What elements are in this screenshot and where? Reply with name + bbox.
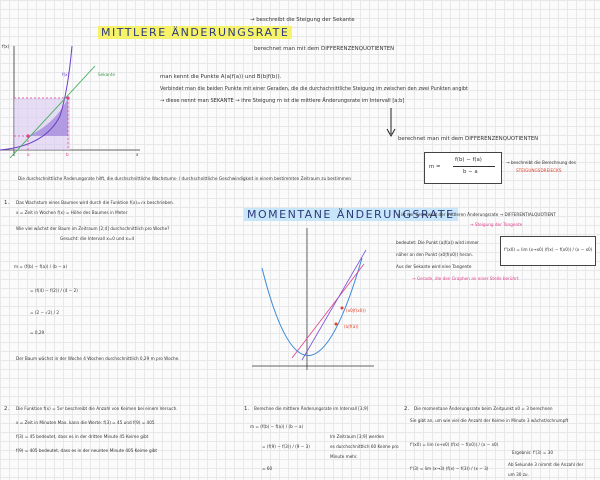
formula-note-1: → beschreibt die Berechnung des (506, 160, 576, 165)
text-line-3: → diese nennt man SEKANTE → ihre Steigun… (160, 98, 405, 104)
text-line-1: man kennt die Punkte A(a|f(a)) und B(b|f… (160, 74, 282, 80)
curve-label: f(x) (62, 72, 70, 77)
arrow-down (386, 108, 396, 138)
formula-denominator: b − a (463, 169, 478, 175)
parabola (261, 257, 363, 356)
example2-line3: f(3) = 45 bedeutet, dass es in der dritt… (16, 434, 149, 439)
formula-note-2: STEIGUNGSDREIECKS (516, 168, 562, 173)
section-title-mittlere: MITTLERE ÄNDERUNGSRATE (98, 26, 293, 39)
summary-text: Die durchschnittliche Änderungsrate hilf… (18, 176, 352, 181)
example1-number: 1. (4, 200, 10, 206)
point-a (26, 134, 30, 138)
meaning-line-2: näher an den Punkt (x0|f(x0)) heran. (396, 252, 473, 257)
example1-calc3: = (2 − √2) / 2 (30, 310, 60, 315)
note-grenzwert: → ist der Grenzwert der mittleren Änderu… (396, 212, 556, 217)
graph-y-label: f(x) (2, 44, 10, 49)
example3-calc1: m = (f(b) − f(a)) / (b − a) (250, 424, 304, 429)
example1-line1: Das Wachstum eines Baumes wird durch die… (16, 200, 175, 205)
limit-box: f'(x0) = lim (x→x0) (f(x) − f(x0)) / (x … (500, 236, 596, 266)
formula-box: m = f(b) − f(a) b − a (424, 152, 502, 184)
meaning-line-1: bedeutet: Die Punkt (a|f(a)) wird immer (396, 240, 479, 245)
example3-result2: es durchschnittlich 60 Keime pro (330, 444, 399, 449)
point-b (66, 96, 70, 100)
example1-line2: x = Zeit in Wochen f(x) = Höhe des Baume… (16, 210, 128, 215)
formula-lhs: m = (429, 164, 441, 170)
graph-x-label: x (136, 152, 139, 157)
secant-label: Sekante (98, 72, 116, 77)
point-a-label: (a|f(a)) (344, 324, 359, 329)
example4-result-line1: Ab Sekunde 3 nimmt die Anzahl der (508, 462, 584, 467)
example1-line4: Gesucht: die Intervall x=0 und x=4 (60, 236, 135, 241)
example4-formula1: f'(x0) = lim (x→x0) (f(x) − f(x0)) / (x … (410, 442, 499, 447)
example4-line2: Sie gibt an, um wie viel die Anzahl der … (410, 418, 569, 423)
example1-answer: Der Baum wächst in der Woche 4 Wochen du… (16, 356, 180, 361)
b-label: b (66, 152, 69, 157)
example2-line2: x = Zeit in Minuten Max. kann die Werte:… (16, 420, 155, 425)
example1-calc1: m = (f(b) − f(a)) / (b − a) (14, 264, 68, 269)
limit-formula: f'(x0) = lim (x→x0) (f(x) − f(x0)) / (x … (504, 247, 593, 252)
example3-result3: Minute mehr. (330, 454, 358, 459)
example3-result1: Im Zeitraum [3;9] werden (330, 434, 385, 439)
example1-line3: Wie viel wächst der Baum im Zeitraum [2;… (16, 226, 170, 231)
text-line-2: Verbindet man die beiden Punkte mit eine… (160, 86, 468, 92)
point-x0-label: (x0|f(x0)) (346, 308, 366, 313)
example2-line4: f(9) = 405 bedeutet, dass es in der neun… (16, 448, 158, 453)
formula-numerator: f(b) − f(a) (455, 157, 482, 163)
note-differenzenquotient: berechnet man mit dem DIFFERENZENQUOTIEN… (254, 46, 395, 52)
example3-calc2: = (f(9) − f(3)) / (9 − 3) (262, 444, 310, 449)
example1-calc2: = (f(4) − f(2)) / (4 − 2) (30, 288, 78, 293)
point-a2 (334, 322, 338, 326)
a-label: a (27, 152, 30, 157)
example4-result: Ergebnis: f'(3) = 30 (512, 450, 553, 455)
point-x0 (340, 306, 344, 310)
example1-calc4: = 0,29 (30, 330, 45, 335)
secant-graph (0, 45, 140, 159)
text-line-4: berechnet man mit dem DIFFERENZENQUOTIEN… (398, 136, 539, 142)
example3-line1: Berechne die mittlere Änderungsrate im I… (254, 406, 369, 411)
formula-fraction-bar (453, 166, 495, 167)
example3-calc3: = 60 (262, 466, 273, 471)
example4-number: 2. (404, 406, 410, 412)
example2-number: 2. (4, 406, 10, 412)
tangent-graph (252, 228, 374, 370)
example3-number: 1. (244, 406, 250, 412)
note-sekante: → beschreibt die Steigung der Sekante (250, 17, 355, 23)
example4-line1: Die momentane Änderungsrate beim Zeitpun… (414, 406, 553, 411)
note-tangente: → Steigung der Tangente (470, 222, 523, 227)
meaning-line-3: Aus der Sekante wird eine Tangente (396, 264, 472, 269)
example4-result-line2: um 30 zu. (508, 472, 529, 477)
meaning-line-4: → Gerade, die den Graphen an einer Stell… (412, 276, 519, 281)
secant-line-2 (301, 249, 367, 361)
example4-formula2: f'(3) = lim (x→3) (f(x) − f(3)) / (x − 3… (410, 466, 489, 471)
example2-line1: Die Funktion f(x) = 5x² beschreibt die A… (16, 406, 178, 411)
title-text: MITTLERE ÄNDERUNGSRATE (98, 26, 293, 39)
